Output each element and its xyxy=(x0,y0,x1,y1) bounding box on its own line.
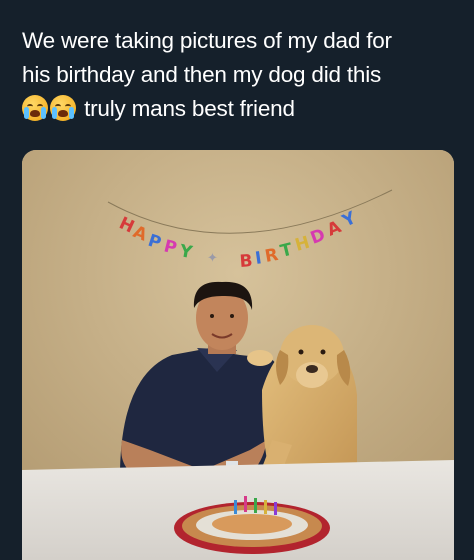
crying-face-icon xyxy=(22,95,48,121)
post-photo[interactable]: H A P P Y ✦ B I R T H D A Y xyxy=(22,150,454,560)
svg-text:✦: ✦ xyxy=(207,251,218,266)
caption-line-3: truly mans best friend xyxy=(22,92,462,126)
photo-illustration: H A P P Y ✦ B I R T H D A Y xyxy=(22,150,454,560)
caption-line-1: We were taking pictures of my dad for xyxy=(22,28,392,53)
caption-line-3-text: truly mans best friend xyxy=(84,96,295,121)
svg-text:B: B xyxy=(239,251,253,272)
post-caption: We were taking pictures of my dad for hi… xyxy=(22,24,462,126)
crying-face-icon xyxy=(50,95,76,121)
caption-line-2: his birthday and then my dog did this xyxy=(22,62,382,87)
